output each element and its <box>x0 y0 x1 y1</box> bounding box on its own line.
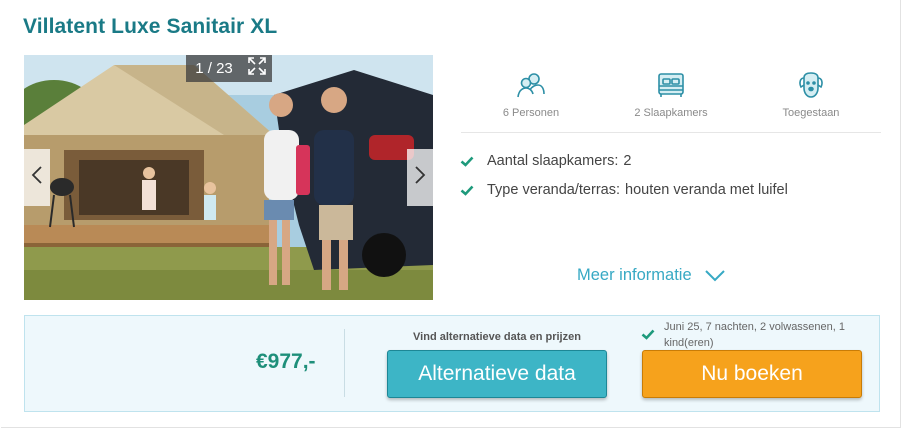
check-icon <box>460 154 476 168</box>
check-icon <box>460 183 476 197</box>
spec-label: Aantal slaapkamers: <box>487 153 619 169</box>
gallery-next-button[interactable] <box>407 149 433 206</box>
spec-bedrooms: Aantal slaapkamers: 2 <box>460 153 631 169</box>
chevron-right-icon <box>414 165 426 190</box>
more-info-link[interactable]: Meer informatie <box>577 266 726 285</box>
spec-value: 2 <box>623 153 632 169</box>
feature-bedrooms-label: 2 Slaapkamers <box>634 107 708 119</box>
chevron-down-icon <box>704 269 726 282</box>
gallery-prev-button[interactable] <box>24 149 50 206</box>
alternative-dates-hint: Vind alternatieve data en prijzen <box>413 331 581 343</box>
fullscreen-button[interactable] <box>242 55 272 82</box>
expand-icon <box>248 57 266 80</box>
accommodation-card: Villatent Luxe Sanitair XL 1 / 23 6 Pers… <box>1 0 901 428</box>
feature-persons-label: 6 Personen <box>502 107 560 119</box>
tent-photo-image <box>24 55 433 300</box>
feature-pets-label: Toegestaan <box>782 107 840 119</box>
trip-summary-text: Juni 25, 7 nachten, 2 volwassenen, 1 kin… <box>664 321 846 349</box>
gallery-counter: 1 / 23 <box>186 55 242 82</box>
chevron-left-icon <box>31 165 43 190</box>
book-now-button[interactable]: Nu boeken <box>642 350 862 398</box>
spec-value: houten veranda met luifel <box>625 182 788 198</box>
feature-pets: Toegestaan <box>756 70 866 119</box>
accommodation-title[interactable]: Villatent Luxe Sanitair XL <box>23 15 277 39</box>
feature-bedrooms: 2 Slaapkamers <box>616 70 726 119</box>
gallery-photo[interactable] <box>24 55 433 300</box>
check-icon <box>641 329 655 345</box>
spec-label: Type veranda/terras: <box>487 182 620 198</box>
bedroom-icon <box>616 70 726 100</box>
spec-veranda: Type veranda/terras: houten veranda met … <box>460 182 788 198</box>
trip-summary: Juni 25, 7 nachten, 2 volwassenen, 1 kin… <box>641 319 871 351</box>
booking-divider <box>344 329 345 397</box>
dog-icon <box>756 70 866 100</box>
feature-persons: 6 Personen <box>476 70 586 119</box>
features-divider <box>461 132 881 133</box>
more-info-label: Meer informatie <box>577 266 692 284</box>
alternative-dates-button[interactable]: Alternatieve data <box>387 350 607 398</box>
persons-icon <box>476 70 586 100</box>
price: €977,- <box>256 350 316 373</box>
